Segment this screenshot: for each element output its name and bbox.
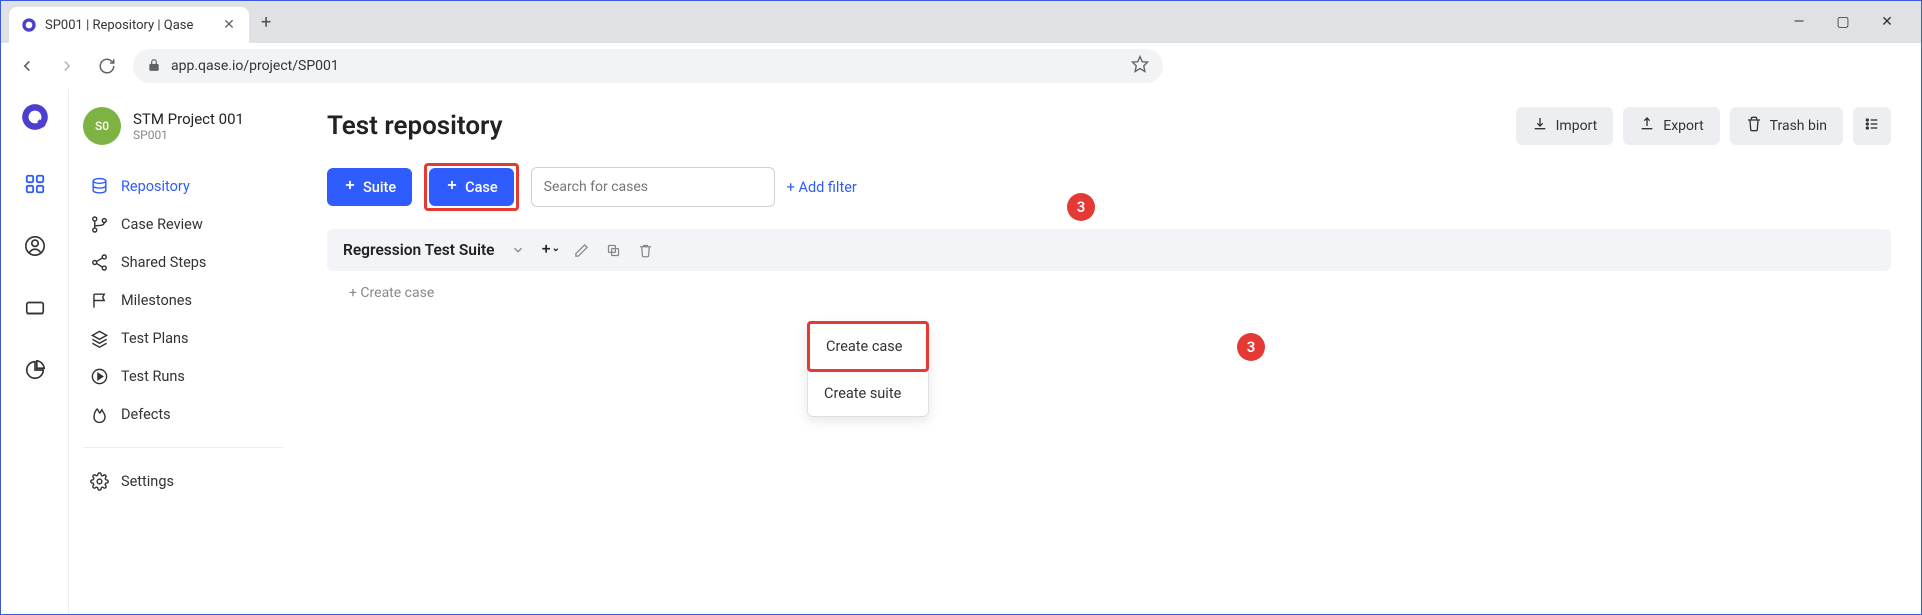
sidebar-item-label: Settings [121, 473, 174, 490]
qase-logo[interactable] [21, 103, 49, 135]
share-icon [89, 252, 109, 272]
new-tab-button[interactable]: + [261, 12, 271, 33]
sidebar-item-repository[interactable]: Repository [83, 167, 283, 205]
avatar: S0 [83, 107, 121, 145]
add-case-button[interactable]: Case [429, 168, 514, 206]
case-btn-label: Case [465, 179, 498, 196]
play-icon [89, 366, 109, 386]
trash-icon [1746, 116, 1762, 136]
add-dropdown-icon[interactable] [541, 241, 559, 259]
sidebar-item-label: Milestones [121, 292, 192, 309]
search-input[interactable] [531, 167, 775, 207]
suite-btn-label: Suite [363, 179, 396, 196]
sidebar-item-label: Defects [121, 406, 171, 423]
import-icon [1532, 116, 1548, 136]
view-options-button[interactable] [1853, 107, 1891, 145]
close-window-button[interactable]: ✕ [1877, 12, 1897, 32]
header-actions: Import Export Trash bin [1516, 107, 1891, 145]
trash-label: Trash bin [1770, 118, 1827, 134]
forward-button[interactable] [53, 52, 81, 80]
sidebar-item-label: Repository [121, 178, 190, 195]
lock-icon [147, 57, 161, 76]
sidebar-item-defects[interactable]: Defects [83, 395, 283, 433]
tab-bar: SP001 | Repository | Qase ✕ + — ▢ ✕ [1, 1, 1921, 43]
tab-title: SP001 | Repository | Qase [45, 18, 213, 33]
import-label: Import [1556, 118, 1598, 134]
delete-icon[interactable] [637, 241, 655, 259]
back-button[interactable] [13, 52, 41, 80]
plus-icon [343, 178, 357, 196]
browser-tab[interactable]: SP001 | Repository | Qase ✕ [9, 7, 249, 43]
add-filter-link[interactable]: + Add filter [787, 179, 857, 196]
gear-icon [89, 471, 109, 491]
add-suite-button[interactable]: Suite [327, 168, 412, 206]
project-header[interactable]: S0 STM Project 001 SP001 [83, 107, 283, 145]
chevron-down-icon[interactable] [509, 241, 527, 259]
annotation-highlight-case-button: Case [424, 163, 519, 211]
layers-icon [89, 328, 109, 348]
app-container: S0 STM Project 001 SP001 Repository Case… [1, 89, 1921, 614]
device-icon[interactable] [22, 295, 48, 321]
url-bar: app.qase.io/project/SP001 [1, 43, 1921, 89]
main-header: Test repository Import Export Trash bin [327, 107, 1891, 145]
sidebar-item-label: Case Review [121, 216, 203, 233]
add-dropdown-menu: Create case Create suite [807, 321, 929, 417]
browser-chrome: SP001 | Repository | Qase ✕ + — ▢ ✕ app.… [1, 1, 1921, 89]
pie-icon[interactable] [22, 357, 48, 383]
edit-icon[interactable] [573, 241, 591, 259]
sidebar-item-milestones[interactable]: Milestones [83, 281, 283, 319]
sidebar-item-test-runs[interactable]: Test Runs [83, 357, 283, 395]
url-input[interactable]: app.qase.io/project/SP001 [133, 49, 1163, 83]
export-label: Export [1663, 118, 1703, 134]
export-icon [1639, 116, 1655, 136]
create-case-inline[interactable]: + Create case [327, 271, 1891, 315]
fire-icon [89, 404, 109, 424]
reload-button[interactable] [93, 52, 121, 80]
dropdown-create-case[interactable]: Create case [807, 321, 929, 372]
import-button[interactable]: Import [1516, 107, 1614, 145]
annotation-badge: 3 [1067, 193, 1095, 221]
star-icon[interactable] [1131, 55, 1149, 77]
copy-icon[interactable] [605, 241, 623, 259]
grid-icon[interactable] [22, 171, 48, 197]
plus-icon [445, 178, 459, 196]
sidebar-item-settings[interactable]: Settings [83, 462, 283, 500]
maximize-button[interactable]: ▢ [1833, 12, 1853, 32]
sidebar-item-label: Shared Steps [121, 254, 206, 271]
user-icon[interactable] [22, 233, 48, 259]
project-code: SP001 [133, 128, 244, 142]
trash-button[interactable]: Trash bin [1730, 107, 1843, 145]
export-button[interactable]: Export [1623, 107, 1719, 145]
project-name: STM Project 001 [133, 110, 244, 128]
separator [83, 447, 283, 448]
dropdown-create-suite[interactable]: Create suite [808, 371, 928, 416]
sidebar-item-shared-steps[interactable]: Shared Steps [83, 243, 283, 281]
minimize-button[interactable]: — [1789, 12, 1809, 32]
annotation-badge: 3 [1237, 333, 1265, 361]
suite-bar: Regression Test Suite [327, 229, 1891, 271]
sidebar-item-case-review[interactable]: Case Review [83, 205, 283, 243]
icon-rail [1, 89, 69, 614]
qase-favicon [21, 17, 37, 33]
list-icon [1864, 116, 1880, 136]
sidebar-item-label: Test Plans [121, 330, 189, 347]
page-title: Test repository [327, 111, 503, 141]
flag-icon [89, 290, 109, 310]
suite-title: Regression Test Suite [343, 241, 495, 259]
sidebar-item-test-plans[interactable]: Test Plans [83, 319, 283, 357]
close-icon[interactable]: ✕ [221, 17, 237, 33]
sidebar-item-label: Test Runs [121, 368, 185, 385]
repository-icon [89, 176, 109, 196]
window-controls: — ▢ ✕ [1789, 12, 1913, 32]
url-text: app.qase.io/project/SP001 [171, 58, 339, 74]
main-content: Test repository Import Export Trash bin [297, 89, 1921, 614]
toolbar: Suite Case + Add filter [327, 163, 1891, 211]
sidebar: S0 STM Project 001 SP001 Repository Case… [69, 89, 297, 614]
branch-icon [89, 214, 109, 234]
